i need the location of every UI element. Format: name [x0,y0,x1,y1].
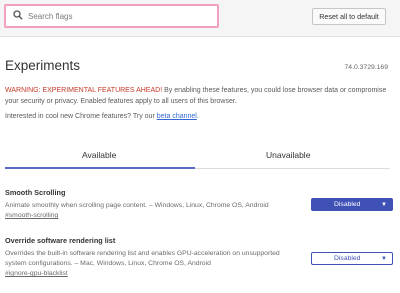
promo-end: . [196,113,199,120]
experiment-description: Overrides the built-in software renderin… [5,250,280,267]
promo-text: Interested in cool new Chrome features? … [5,113,157,120]
header-bar: Reset all to default [0,0,400,37]
experiment-link[interactable]: #smooth-scrolling [5,212,390,219]
override-rendering-select[interactable]: Disabled ▼ [311,252,393,265]
reset-all-button[interactable]: Reset all to default [312,8,386,25]
search-input[interactable] [28,8,213,24]
tab-unavailable[interactable]: Unavailable [266,150,310,160]
experiment-description: Animate smoothly when scrolling page con… [5,202,269,209]
select-value: Disabled [334,255,361,262]
tab-selected-indicator [5,167,195,169]
page-title: Experiments [5,58,81,73]
version-number: 74.0.3729.169 [344,64,388,71]
smooth-scrolling-select[interactable]: Disabled ▼ [311,198,393,211]
experiment-link[interactable]: #ignore-gpu-blacklist [5,270,390,277]
warning-prefix: WARNING: EXPERIMENTAL FEATURES AHEAD! [5,87,163,94]
beta-channel-link[interactable]: beta channel [157,113,197,120]
chevron-down-icon: ▼ [381,202,387,208]
beta-channel-promo: Interested in cool new Chrome features? … [5,113,199,120]
select-value: Disabled [334,201,361,208]
tab-available[interactable]: Available [82,150,116,160]
experiment-name: Smooth Scrolling [5,188,66,197]
experiment-name: Override software rendering list [5,236,116,245]
search-box[interactable] [4,4,219,28]
chevron-down-icon: ▼ [381,256,387,262]
warning-message: WARNING: EXPERIMENTAL FEATURES AHEAD! By… [5,85,390,107]
search-icon [13,10,23,20]
